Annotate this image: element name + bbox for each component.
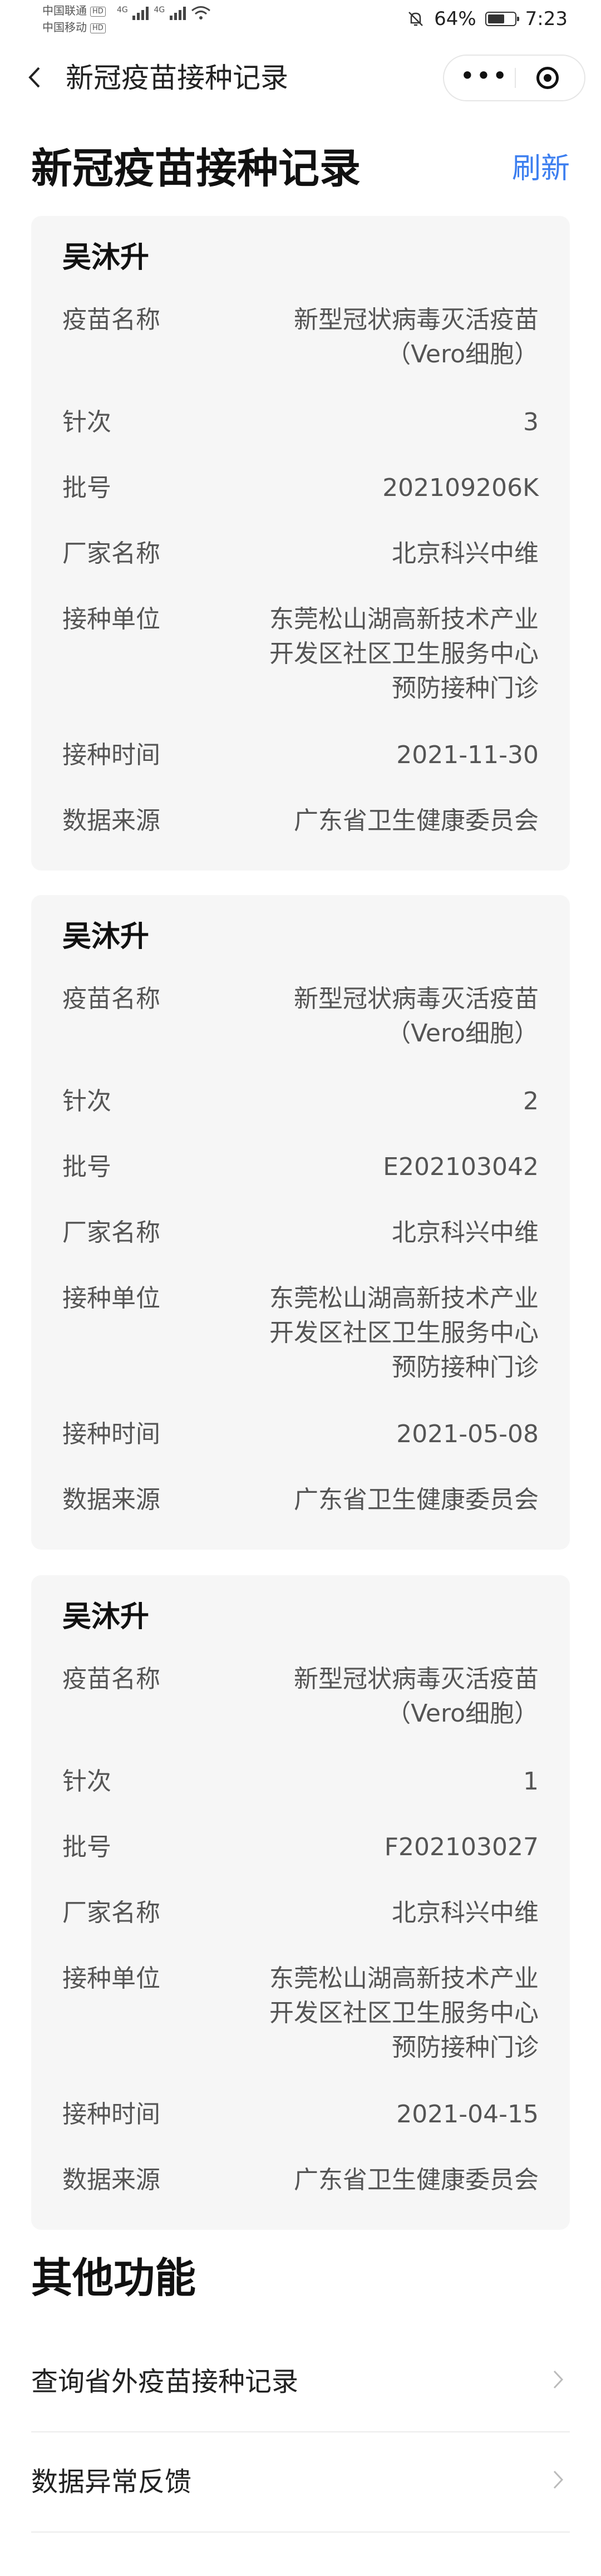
other-functions-title: 其他功能 bbox=[31, 2254, 196, 2302]
battery-fill bbox=[487, 14, 504, 23]
field-value: 1 bbox=[523, 1767, 539, 1796]
func-item-label: 数据异常反馈 bbox=[31, 2466, 192, 2498]
carrier-1: 中国联通 bbox=[42, 4, 87, 17]
status-right: 64% 7:23 bbox=[406, 8, 568, 30]
recipient-name: 吴沐升 bbox=[62, 1600, 150, 1634]
vaccination-record-card: 吴沐升疫苗名称 新型冠状病毒灭活疫苗 （Vero细胞） 针次 1 批号 F20210302… bbox=[31, 1575, 570, 2230]
field-value: F202103027 bbox=[384, 1833, 539, 1861]
hd-badge-1: HD bbox=[90, 6, 106, 17]
signal-strength-icon-2 bbox=[169, 7, 186, 20]
field-value: 2021-05-08 bbox=[396, 1420, 539, 1448]
query-out-of-province-record[interactable]: 查询省外疫苗接种记录 bbox=[31, 2332, 570, 2432]
carrier-2: 中国移动 bbox=[42, 21, 87, 34]
field-label: 数据来源 bbox=[62, 807, 160, 835]
refresh-button[interactable]: 刷新 bbox=[512, 150, 570, 187]
recipient-name: 吴沐升 bbox=[62, 241, 150, 274]
recipient-name: 吴沐升 bbox=[62, 920, 150, 953]
field-value: 2 bbox=[523, 1087, 539, 1115]
field-label: 针次 bbox=[62, 1767, 111, 1796]
field-label: 厂家名称 bbox=[62, 539, 160, 568]
field-value: 广东省卫生健康委员会 bbox=[294, 807, 539, 835]
field-label: 针次 bbox=[62, 1087, 111, 1115]
carrier-info: 中国联通 HD 中国移动 HD bbox=[42, 2, 106, 36]
mini-program-capsule: ••• bbox=[443, 55, 585, 101]
signal-icons: 4G 4G bbox=[117, 6, 211, 20]
target-icon[interactable] bbox=[536, 67, 559, 89]
field-value: 202109206K bbox=[382, 474, 539, 502]
data-exception-feedback[interactable]: 数据异常反馈 bbox=[31, 2432, 570, 2533]
field-label: 接种时间 bbox=[62, 2100, 160, 2128]
field-value: 3 bbox=[523, 408, 539, 436]
back-chevron-icon[interactable] bbox=[22, 63, 50, 91]
vaccination-record-card: 吴沐升疫苗名称 新型冠状病毒灭活疫苗 （Vero细胞） 针次 3 批号 202109206… bbox=[31, 216, 570, 871]
vaccination-record-card: 吴沐升疫苗名称 新型冠状病毒灭活疫苗 （Vero细胞） 针次 2 批号 E20210304… bbox=[31, 895, 570, 1550]
signal-strength-icon bbox=[132, 7, 149, 20]
field-label: 批号 bbox=[62, 1833, 111, 1861]
status-time: 7:23 bbox=[525, 8, 568, 30]
field-value: E202103042 bbox=[383, 1153, 539, 1181]
field-label: 针次 bbox=[62, 408, 111, 436]
field-value: 新型冠状病毒灭活疫苗 （Vero细胞） bbox=[294, 985, 539, 1048]
field-label: 厂家名称 bbox=[62, 1218, 160, 1247]
capsule-divider bbox=[515, 68, 516, 88]
wifi-icon bbox=[191, 6, 210, 19]
field-value: 2021-11-30 bbox=[396, 741, 539, 769]
field-label: 批号 bbox=[62, 1153, 111, 1181]
network-type-1: 4G bbox=[117, 6, 128, 14]
field-value: 东莞松山湖高新技术产业 开发区社区卫生服务中心 预防接种门诊 bbox=[269, 605, 539, 702]
field-label: 疫苗名称 bbox=[62, 306, 160, 334]
chevron-right-icon bbox=[550, 2466, 566, 2501]
field-label: 疫苗名称 bbox=[62, 985, 160, 1013]
field-value: 新型冠状病毒灭活疫苗 （Vero细胞） bbox=[294, 306, 539, 368]
field-value: 北京科兴中维 bbox=[392, 539, 539, 568]
field-value: 2021-04-15 bbox=[396, 2100, 539, 2128]
field-label: 数据来源 bbox=[62, 2166, 160, 2194]
field-label: 批号 bbox=[62, 474, 111, 502]
nav-title: 新冠疫苗接种记录 bbox=[66, 62, 288, 94]
field-value: 北京科兴中维 bbox=[392, 1218, 539, 1247]
field-label: 疫苗名称 bbox=[62, 1665, 160, 1693]
chevron-right-icon bbox=[550, 2366, 566, 2401]
field-label: 接种单位 bbox=[62, 605, 160, 633]
field-label: 接种时间 bbox=[62, 741, 160, 769]
field-label: 接种单位 bbox=[62, 1284, 160, 1312]
more-dots-icon[interactable]: ••• bbox=[456, 56, 512, 100]
func-item-label: 查询省外疫苗接种记录 bbox=[31, 2366, 299, 2397]
field-label: 接种单位 bbox=[62, 1964, 160, 1993]
battery-icon bbox=[485, 12, 519, 26]
field-value: 广东省卫生健康委员会 bbox=[294, 1486, 539, 1514]
field-label: 接种时间 bbox=[62, 1420, 160, 1448]
field-label: 数据来源 bbox=[62, 1486, 160, 1514]
field-value: 新型冠状病毒灭活疫苗 （Vero细胞） bbox=[294, 1665, 539, 1728]
page-title: 新冠疫苗接种记录 bbox=[31, 145, 361, 193]
mute-bell-icon bbox=[408, 12, 423, 26]
field-label: 厂家名称 bbox=[62, 1899, 160, 1927]
field-value: 北京科兴中维 bbox=[392, 1899, 539, 1927]
field-value: 东莞松山湖高新技术产业 开发区社区卫生服务中心 预防接种门诊 bbox=[269, 1964, 539, 2062]
network-type-2: 4G bbox=[154, 6, 165, 14]
field-value: 广东省卫生健康委员会 bbox=[294, 2166, 539, 2194]
nav-bar: 新冠疫苗接种记录 ••• bbox=[0, 45, 601, 111]
field-value: 东莞松山湖高新技术产业 开发区社区卫生服务中心 预防接种门诊 bbox=[269, 1284, 539, 1382]
status-bar: 中国联通 HD 中国移动 HD 4G 4G 64% 7:23 bbox=[0, 0, 601, 45]
battery-percent: 64% bbox=[434, 8, 476, 30]
hd-badge-2: HD bbox=[90, 23, 106, 33]
